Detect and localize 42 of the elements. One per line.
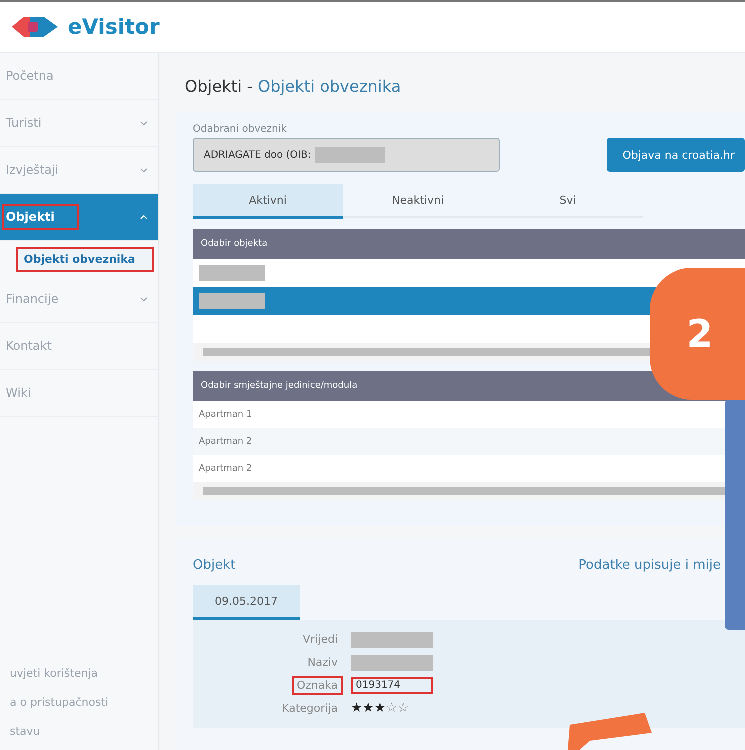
field-label: Vrijedi: [302, 632, 339, 648]
logo-text: eVisitor: [68, 15, 160, 39]
table-row[interactable]: [193, 259, 745, 287]
chevron-up-icon: [140, 214, 148, 220]
field-label: Kategorija: [281, 701, 339, 717]
sidebar-subitem[interactable]: Objekti obveznika: [18, 249, 152, 270]
footer-link[interactable]: uvjeti korištenja: [10, 667, 158, 680]
redaction-bar: [199, 265, 265, 281]
chevron-down-icon: [140, 296, 148, 302]
footer-link[interactable]: a o pristupačnosti: [10, 696, 158, 709]
star-icon: ☆: [386, 701, 398, 716]
date-tab[interactable]: 09.05.2017: [193, 585, 300, 620]
field-label: Naziv: [306, 655, 339, 671]
star-icon: ★: [351, 701, 363, 716]
field-label: Odabrani obveznik: [193, 124, 288, 135]
chevron-down-icon: [140, 168, 148, 172]
footer-link[interactable]: stavu: [10, 725, 158, 738]
star-icon: ★: [374, 701, 386, 716]
star-icon: ☆: [398, 701, 410, 716]
star-icon: ★: [362, 701, 374, 716]
redaction-bar: [315, 147, 386, 163]
field-label: Oznaka: [292, 676, 343, 695]
publish-button[interactable]: Objava na croatia.hr: [606, 138, 745, 172]
logo-icon: [10, 15, 60, 39]
field-value: 0193174: [351, 677, 433, 694]
sidebar-item[interactable]: Početna: [0, 53, 158, 100]
page-title: Objekti - Objekti obveznika: [185, 77, 402, 96]
section-title: Objekt: [193, 558, 236, 573]
sidebar-item[interactable]: Kontakt: [0, 323, 158, 370]
tab[interactable]: Neaktivni: [343, 184, 493, 218]
sidebar-item[interactable]: Wiki: [0, 370, 158, 417]
info-note: Podatke upisuje i mije: [578, 558, 721, 573]
table-header: Odabir objekta: [193, 229, 745, 259]
chevron-down-icon: [140, 120, 148, 126]
taxpayer-field[interactable]: ADRIAGATE doo (OIB:: [193, 138, 500, 172]
sidebar-item[interactable]: Objekti: [0, 194, 158, 241]
redaction-bar: [199, 293, 265, 309]
sidebar-item[interactable]: Turisti: [0, 100, 158, 147]
sidebar-item[interactable]: Financije: [0, 276, 158, 323]
tab[interactable]: Aktivni: [193, 184, 343, 219]
step-badge-tooltip: 2: [650, 268, 745, 400]
tab[interactable]: Svi: [493, 184, 643, 218]
